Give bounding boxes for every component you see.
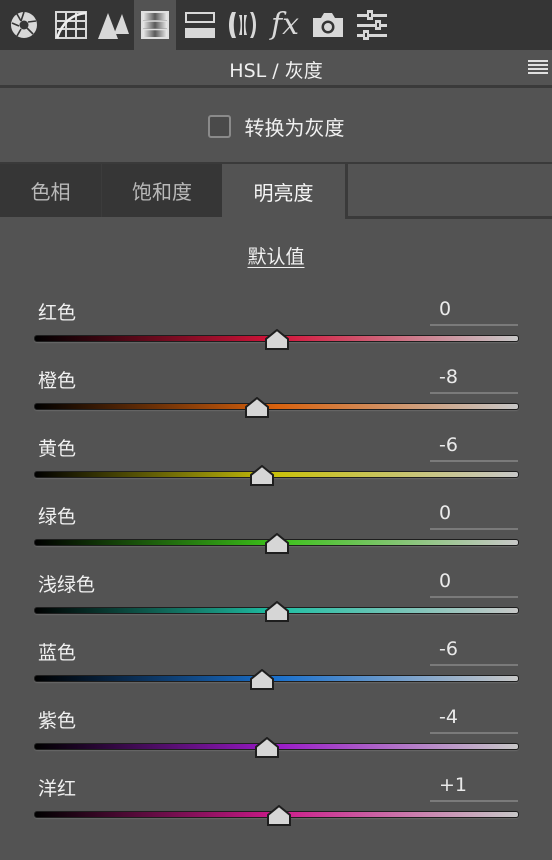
tool-split-toning[interactable] bbox=[176, 0, 223, 50]
slider-label-yellow: 黄色 bbox=[38, 438, 77, 460]
default-link-row: 默认值 bbox=[0, 242, 552, 269]
camera-calibration-icon bbox=[313, 13, 343, 37]
hamburger-menu-icon[interactable] bbox=[528, 60, 548, 76]
slider-value-aqua[interactable]: 0 bbox=[430, 570, 518, 598]
tab-hue[interactable]: 色相 bbox=[0, 164, 101, 217]
slider-label-orange: 橙色 bbox=[38, 370, 77, 392]
slider-track-blue[interactable] bbox=[34, 675, 519, 682]
slider-label-green: 绿色 bbox=[38, 506, 77, 528]
slider-value-orange[interactable]: -8 bbox=[430, 366, 518, 394]
lens-corrections-icon bbox=[229, 12, 256, 38]
tool-detail[interactable] bbox=[94, 0, 134, 50]
slider-label-red: 红色 bbox=[38, 302, 77, 324]
slider-thumb-green[interactable] bbox=[264, 533, 290, 554]
slider-label-blue: 蓝色 bbox=[38, 642, 77, 664]
convert-to-grayscale-label[interactable]: 转换为灰度 bbox=[245, 112, 345, 141]
tool-camera-calibration[interactable] bbox=[307, 0, 349, 50]
slider-row-magenta: 洋红 +1 bbox=[0, 774, 552, 842]
slider-value-purple[interactable]: -4 bbox=[430, 706, 518, 734]
tool-basic[interactable] bbox=[0, 0, 48, 50]
slider-track-yellow[interactable] bbox=[34, 471, 519, 478]
slider-row-green: 绿色 0 bbox=[0, 502, 552, 570]
slider-thumb-magenta[interactable] bbox=[266, 805, 292, 826]
tool-tone-curve[interactable] bbox=[48, 0, 94, 50]
hsl-icon bbox=[141, 11, 169, 39]
slider-row-red: 红色 0 bbox=[0, 298, 552, 366]
tone-curve-icon bbox=[55, 11, 87, 39]
slider-value-green[interactable]: 0 bbox=[430, 502, 518, 530]
slider-thumb-blue[interactable] bbox=[249, 669, 275, 690]
slider-thumb-red[interactable] bbox=[264, 329, 290, 350]
slider-track-orange[interactable] bbox=[34, 403, 519, 410]
reset-default-link[interactable]: 默认值 bbox=[247, 246, 304, 268]
slider-thumb-purple[interactable] bbox=[254, 737, 280, 758]
split-toning-icon bbox=[184, 12, 215, 38]
slider-label-purple: 紫色 bbox=[38, 710, 77, 732]
slider-label-magenta: 洋红 bbox=[38, 778, 77, 800]
panel-title: HSL / 灰度 bbox=[229, 60, 323, 82]
slider-label-aqua: 浅绿色 bbox=[38, 574, 96, 596]
slider-value-red[interactable]: 0 bbox=[430, 298, 518, 326]
slider-thumb-yellow[interactable] bbox=[249, 465, 275, 486]
presets-sliders-icon bbox=[357, 10, 387, 40]
slider-row-purple: 紫色 -4 bbox=[0, 706, 552, 774]
convert-to-grayscale-row: 转换为灰度 bbox=[0, 108, 552, 144]
tab-saturation[interactable]: 饱和度 bbox=[102, 164, 222, 217]
slider-row-orange: 橙色 -8 bbox=[0, 366, 552, 434]
effects-icon: fx bbox=[270, 7, 300, 42]
panel-toolbar: fx bbox=[0, 0, 552, 50]
convert-to-grayscale-checkbox[interactable] bbox=[207, 114, 231, 138]
slider-row-aqua: 浅绿色 0 bbox=[0, 570, 552, 638]
tool-presets[interactable] bbox=[349, 0, 395, 50]
panel-header: HSL / 灰度 bbox=[0, 50, 552, 88]
slider-value-blue[interactable]: -6 bbox=[430, 638, 518, 666]
tool-hsl[interactable] bbox=[134, 0, 176, 50]
tab-luminance[interactable]: 明亮度 bbox=[222, 164, 345, 219]
slider-thumb-aqua[interactable] bbox=[264, 601, 290, 622]
hsl-tabs: 色相 饱和度 明亮度 bbox=[0, 162, 552, 219]
tool-effects[interactable]: fx bbox=[263, 0, 307, 50]
slider-row-blue: 蓝色 -6 bbox=[0, 638, 552, 706]
detail-icon bbox=[98, 13, 129, 39]
slider-value-magenta[interactable]: +1 bbox=[430, 774, 518, 802]
basic-icon bbox=[11, 11, 37, 38]
tool-lens-corrections[interactable] bbox=[223, 0, 263, 50]
slider-value-yellow[interactable]: -6 bbox=[430, 434, 518, 462]
slider-thumb-orange[interactable] bbox=[244, 397, 270, 418]
slider-row-yellow: 黄色 -6 bbox=[0, 434, 552, 502]
